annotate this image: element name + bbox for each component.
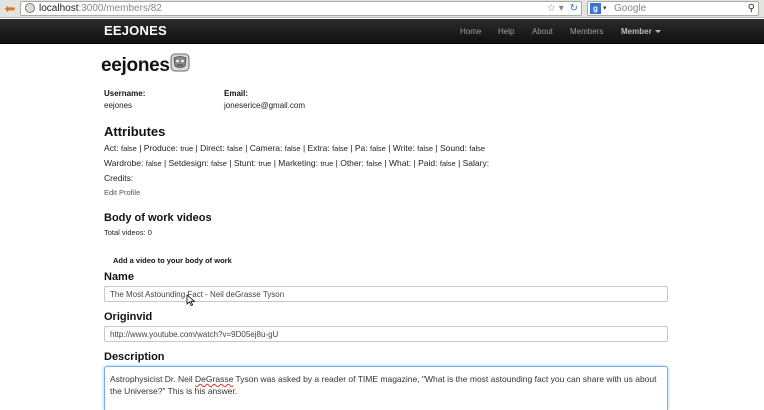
attribute-separator: |: [433, 143, 440, 153]
description-label: Description: [104, 351, 165, 363]
attribute-key: Other:: [340, 158, 367, 168]
brand-logo[interactable]: EEJONES: [104, 23, 167, 38]
nav-member-dropdown[interactable]: Member: [621, 27, 661, 36]
site-navbar: EEJONES Home Help About Members Member: [0, 19, 764, 44]
dropdown-arrow-icon[interactable]: ▾: [559, 3, 564, 14]
address-bar[interactable]: localhost:3000/members/82 ☆ ▾ ↻: [20, 1, 582, 16]
attribute-key: Direct:: [200, 143, 227, 153]
attribute-separator: |: [455, 158, 463, 168]
nav-about[interactable]: About: [532, 27, 553, 36]
username-label: Username:: [104, 89, 146, 98]
nav-help[interactable]: Help: [498, 27, 514, 36]
attribute-separator: |: [242, 143, 250, 153]
attribute-key: Extra:: [307, 143, 333, 153]
attribute-key: Act:: [104, 143, 122, 153]
search-input[interactable]: g ▾ Google ⚲: [587, 1, 759, 16]
attribute-key: Pa:: [354, 143, 370, 153]
attribute-value: false: [439, 159, 456, 168]
attribute-value: false: [332, 144, 348, 153]
attribute-value: true: [180, 144, 194, 153]
browser-toolbar: ⬅ localhost:3000/members/82 ☆ ▾ ↻ g ▾ Go…: [0, 0, 764, 18]
attribute-key: Paid:: [418, 158, 440, 168]
attribute-key: Marketing:: [278, 158, 321, 168]
attribute-value: false: [417, 144, 434, 153]
total-videos: Total videos: 0: [104, 228, 152, 237]
google-logo-icon[interactable]: g: [590, 3, 601, 14]
videos-heading: Body of work videos: [104, 212, 212, 224]
attribute-key: What:: [388, 158, 414, 168]
attribute-value: false: [226, 144, 243, 153]
attributes-heading: Attributes: [104, 124, 166, 139]
back-arrow-icon[interactable]: ⬅: [2, 1, 18, 16]
nav-home[interactable]: Home: [460, 27, 481, 36]
originvid-label: Originvid: [104, 311, 153, 323]
page-title: eejones: [101, 55, 170, 76]
attribute-key: Setdesign:: [168, 158, 212, 168]
description-misspelled-word: DeGrasse: [195, 374, 234, 384]
attribute-separator: |: [347, 143, 355, 153]
attributes-line-1: Act: false | Produce: true | Direct: fal…: [104, 143, 485, 153]
globe-icon: [25, 3, 35, 13]
attribute-value: false: [121, 144, 137, 153]
attribute-value: false: [369, 144, 386, 153]
attribute-separator: |: [300, 143, 308, 153]
bookmark-star-icon[interactable]: ☆: [547, 3, 556, 14]
attribute-value: true: [320, 159, 334, 168]
nav-members[interactable]: Members: [570, 27, 603, 36]
attribute-key: Write:: [392, 143, 418, 153]
attribute-separator: |: [382, 158, 389, 168]
attribute-value: false: [469, 144, 486, 153]
nav-member-label: Member: [621, 27, 652, 36]
attribute-value: false: [284, 144, 301, 153]
add-video-label: Add a video to your body of work: [113, 256, 232, 265]
mouse-cursor-icon: [186, 294, 196, 306]
attribute-value: false: [366, 159, 383, 168]
url-path: :3000/members/82: [78, 3, 162, 14]
edit-profile-link[interactable]: Edit Profile: [104, 188, 140, 197]
attribute-value: false: [211, 159, 227, 168]
caret-down-icon: [654, 30, 661, 34]
url-host: localhost: [39, 3, 79, 14]
attribute-separator: |: [226, 158, 234, 168]
attribute-key: Salary:: [462, 158, 490, 168]
magnifier-icon[interactable]: ⚲: [748, 2, 755, 15]
attribute-value: false: [145, 159, 162, 168]
attribute-key: Wardrobe:: [104, 158, 146, 168]
attribute-key: Sound:: [439, 143, 470, 153]
search-engine-dropdown-icon[interactable]: ▾: [603, 2, 607, 15]
avatar: [170, 53, 190, 72]
attributes-line-2: Wardrobe: false | Setdesign: false | Stu…: [104, 158, 489, 168]
originvid-input[interactable]: http://www.youtube.com/watch?v=9D05ej8u-…: [104, 326, 668, 342]
search-placeholder: Google: [614, 3, 647, 14]
attribute-key: Camera:: [249, 143, 285, 153]
description-textarea[interactable]: Astrophysicist Dr. Neil DeGrasse Tyson w…: [104, 366, 668, 410]
attribute-separator: |: [161, 158, 169, 168]
attribute-key: Stunt:: [233, 158, 259, 168]
attribute-key: Produce:: [143, 143, 181, 153]
attribute-separator: |: [385, 143, 393, 153]
email-value: joneserice@gmail.com: [224, 101, 306, 110]
credits-label: Credits:: [104, 173, 134, 183]
description-text-start: Astrophysicist Dr. Neil: [110, 374, 196, 384]
email-label: Email:: [224, 89, 249, 98]
reload-icon[interactable]: ↻: [570, 3, 578, 14]
username-value: eejones: [104, 101, 133, 110]
name-label: Name: [104, 271, 134, 283]
attribute-separator: |: [136, 143, 144, 153]
attribute-value: true: [258, 159, 272, 168]
